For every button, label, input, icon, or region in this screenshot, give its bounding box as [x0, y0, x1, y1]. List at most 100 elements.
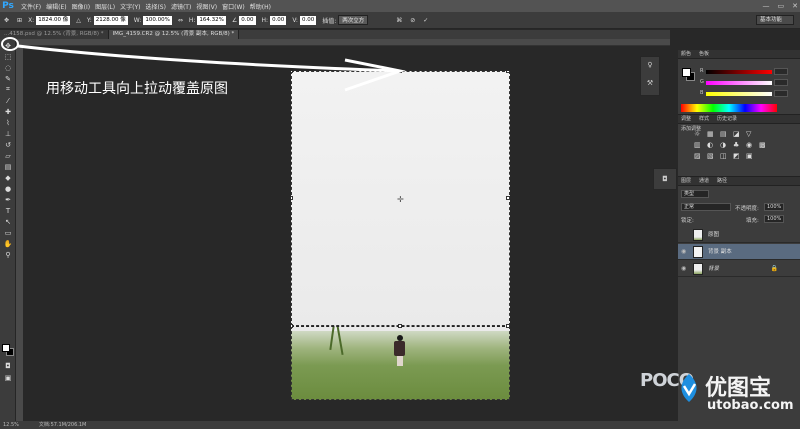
commit-transform-icon[interactable]: ✓	[423, 17, 428, 24]
layer-row-selected[interactable]: ◉ 背景 副本	[678, 244, 800, 260]
fill-field[interactable]: 100%	[764, 215, 784, 223]
green-value[interactable]	[774, 79, 788, 86]
eraser-tool-icon[interactable]: ▱	[3, 151, 13, 160]
reference-point-icon[interactable]: ⊞	[17, 17, 22, 24]
document-canvas[interactable]: ✛	[291, 71, 510, 400]
brush-tool-icon[interactable]: ⌇	[3, 118, 13, 127]
menu-view[interactable]: 视图(V)	[196, 2, 217, 11]
menu-select[interactable]: 选择(S)	[145, 2, 166, 11]
menu-type[interactable]: 文字(Y)	[120, 2, 140, 11]
healing-tool-icon[interactable]: ✚	[3, 107, 13, 116]
menu-file[interactable]: 文件(F)	[21, 2, 41, 11]
y-field[interactable]: 2128.00 像	[93, 15, 128, 25]
move-tool-icon[interactable]: ✥	[4, 17, 9, 24]
layer-row[interactable]: ◉ 背景 🔒	[678, 261, 800, 277]
history-brush-icon[interactable]: ↺	[3, 140, 13, 149]
type-tool-icon[interactable]: T	[3, 206, 13, 215]
blue-value[interactable]	[774, 90, 788, 97]
threshold-icon[interactable]: ◫	[720, 152, 731, 160]
width-field[interactable]: 100.00%	[143, 15, 172, 25]
tab-swatches[interactable]: 色板	[699, 50, 709, 58]
vibrance-icon[interactable]: ▽	[746, 130, 757, 138]
lightbulb-icon[interactable]: ♀	[641, 61, 659, 69]
curves-icon[interactable]: ▤	[720, 130, 731, 138]
eyedropper-tool-icon[interactable]: ⁄	[3, 96, 13, 105]
tab-channels[interactable]: 通道	[699, 177, 709, 185]
color-spectrum[interactable]	[681, 104, 777, 112]
delta-icon[interactable]: △	[76, 17, 81, 24]
tools-panel-icon[interactable]: ⚒	[641, 79, 659, 87]
hand-tool-icon[interactable]: ✋	[3, 239, 13, 248]
menu-filter[interactable]: 滤镜(T)	[171, 2, 191, 11]
tab-document-2[interactable]: IMG_4159.CR2 @ 12.5% (背景 副本, RGB/8) *	[108, 30, 240, 39]
menu-layer[interactable]: 图层(L)	[95, 2, 115, 11]
workspace-select[interactable]: 基本功能	[756, 15, 794, 25]
eye-icon[interactable]: ◉	[681, 244, 686, 260]
blue-slider[interactable]	[706, 92, 772, 96]
shape-tool-icon[interactable]: ▭	[3, 228, 13, 237]
transform-handle-bottom[interactable]	[398, 324, 402, 328]
hue-sat-icon[interactable]: ▥	[694, 141, 705, 149]
tab-styles[interactable]: 样式	[699, 115, 709, 123]
red-value[interactable]	[774, 68, 788, 75]
warp-icon[interactable]: ⌘	[396, 17, 402, 24]
close-button[interactable]: ✕	[792, 0, 798, 12]
transform-center-icon[interactable]: ✛	[397, 195, 404, 204]
photo-filter-icon[interactable]: ♣	[733, 141, 744, 149]
height-field[interactable]: 164.32%	[197, 15, 226, 25]
interpolation-select[interactable]: 两次立方	[338, 15, 369, 25]
layer-filter-kind[interactable]: 类型	[681, 190, 709, 198]
red-slider[interactable]	[706, 70, 772, 74]
zoom-level[interactable]: 12.5%	[3, 421, 19, 429]
black-white-icon[interactable]: ◑	[720, 141, 731, 149]
channel-mixer-icon[interactable]: ◉	[746, 141, 757, 149]
vskew-field[interactable]: 0.00	[299, 15, 317, 25]
blend-mode-select[interactable]: 正常	[681, 203, 731, 211]
tab-color[interactable]: 颜色	[681, 50, 691, 58]
path-select-tool-icon[interactable]: ↖	[3, 217, 13, 226]
gradient-tool-icon[interactable]: ▤	[3, 162, 13, 171]
exposure-icon[interactable]: ◪	[733, 130, 744, 138]
tab-adjustments[interactable]: 调整	[681, 115, 691, 123]
transform-handle-top[interactable]	[398, 71, 402, 73]
cancel-transform-icon[interactable]: ⊘	[410, 17, 415, 24]
hskew-field[interactable]: 0.00	[270, 15, 287, 25]
gradient-map-icon[interactable]: ◩	[733, 152, 744, 160]
stamp-tool-icon[interactable]: ⊥	[3, 129, 13, 138]
pen-tool-icon[interactable]: ✒	[3, 195, 13, 204]
link-icon[interactable]: ⇔	[178, 17, 183, 24]
transform-handle-left[interactable]	[291, 196, 293, 200]
minimize-button[interactable]: —	[763, 0, 770, 12]
color-lookup-icon[interactable]: ▩	[759, 141, 770, 149]
menu-window[interactable]: 窗口(W)	[222, 2, 245, 11]
quick-mask-icon[interactable]: ◘	[3, 361, 13, 370]
restore-button[interactable]: ▭	[778, 0, 785, 12]
posterize-icon[interactable]: ▧	[707, 152, 718, 160]
menu-image[interactable]: 图像(I)	[72, 2, 90, 11]
crop-tool-icon[interactable]: ⌗	[3, 85, 13, 94]
selective-color-icon[interactable]: ▣	[746, 152, 757, 160]
transform-handle-right[interactable]	[506, 196, 510, 200]
blur-tool-icon[interactable]: ◆	[3, 173, 13, 182]
angle-field[interactable]: 0.00	[239, 15, 256, 25]
tab-layers[interactable]: 图层	[681, 177, 691, 185]
transform-handle-top-right[interactable]	[506, 71, 510, 73]
marquee-tool-icon[interactable]: ⬚	[3, 52, 13, 61]
foreground-color-swatch[interactable]	[2, 344, 10, 352]
x-field[interactable]: 1824.00 像	[36, 15, 71, 25]
brightness-icon[interactable]: ☼	[694, 130, 705, 138]
tab-paths[interactable]: 路径	[717, 177, 727, 185]
tab-history[interactable]: 历史记录	[717, 115, 737, 123]
opacity-field[interactable]: 100%	[764, 203, 784, 211]
color-balance-icon[interactable]: ◐	[707, 141, 718, 149]
move-tool-icon[interactable]: ✥	[3, 41, 13, 50]
dodge-tool-icon[interactable]: ●	[3, 184, 13, 193]
lasso-tool-icon[interactable]: ◌	[3, 63, 13, 72]
quick-select-tool-icon[interactable]: ✎	[3, 74, 13, 83]
menu-help[interactable]: 帮助(H)	[250, 2, 271, 11]
chat-panel-icon[interactable]: ◘	[654, 175, 676, 183]
invert-icon[interactable]: ▨	[694, 152, 705, 160]
eye-icon[interactable]: ◉	[681, 261, 686, 277]
transform-handle-bottom-left[interactable]	[291, 324, 293, 328]
tab-document-1[interactable]: ...4158.psd @ 12.5% (背景, RGB/8) *	[0, 30, 109, 39]
